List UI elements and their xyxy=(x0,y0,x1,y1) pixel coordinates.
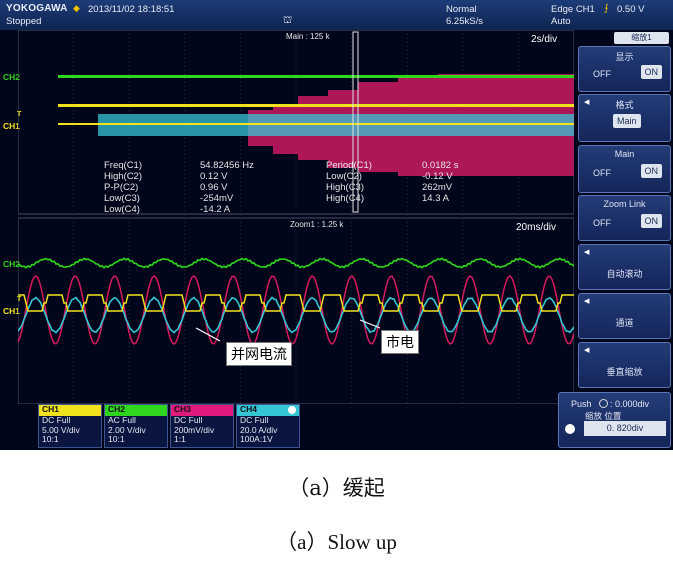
channel-softkey[interactable]: ◀ 通道 xyxy=(578,293,671,339)
main-on: ON xyxy=(640,164,662,178)
ch4-active-icon xyxy=(288,406,296,414)
softkey-panel: 缩放1 显示 OFF ON ◀ 格式 Main Main OFF ON Zoom… xyxy=(576,30,673,392)
trigger-mode: Normal xyxy=(446,4,477,15)
meas-value: 0.12 V xyxy=(200,171,228,182)
ch1-info[interactable]: CH1 DC Full 5.00 V/div 10:1 xyxy=(38,404,102,448)
format-softkey[interactable]: ◀ 格式 Main xyxy=(578,94,671,142)
meas-value: 54.82456 Hz xyxy=(200,160,254,171)
meas-name: Low(C4) xyxy=(104,204,140,215)
ch1-main-mid xyxy=(58,123,574,125)
main-off: OFF xyxy=(593,168,611,178)
meas-value: 0.0182 s xyxy=(422,160,459,171)
main-title: Main xyxy=(614,149,635,159)
knob-icon xyxy=(599,399,608,408)
pin-icon: ⛫ xyxy=(283,15,293,26)
brand-logo: YOKOGAWA xyxy=(6,3,68,14)
caption-english: （a）Slow up xyxy=(276,530,397,554)
zoom-position-value[interactable]: 0. 820div xyxy=(584,421,666,436)
meas-value: 14.3 A xyxy=(422,193,449,204)
left-arrow-icon: ◀ xyxy=(584,298,590,305)
display-title: 显示 xyxy=(615,52,634,62)
rising-edge-icon: ⨍ xyxy=(604,3,609,14)
push-label: Push xyxy=(571,399,592,409)
channel-title: 通道 xyxy=(615,318,634,328)
meas-value: -254mV xyxy=(200,193,234,204)
ch1-main-top xyxy=(58,104,574,107)
meas-name: Low(C3) xyxy=(104,193,140,204)
sample-rate: 6.25kS/s xyxy=(446,16,483,27)
status-header: YOKOGAWA ◆ 2013/11/02 18:18:51 Stopped ⛫… xyxy=(0,0,673,30)
meas-name: P-P(C2) xyxy=(104,182,139,193)
auto-scroll-softkey[interactable]: ◀ 自动滚动 xyxy=(578,244,671,290)
waveform-plot: Main : 125 k 2s/div Zoom1 : 1.25 k 20ms/… xyxy=(18,30,574,404)
display-off: OFF xyxy=(593,69,611,79)
zoom-timebase: 20ms/div xyxy=(516,222,557,233)
meas-value: 0.96 V xyxy=(200,182,228,193)
ch4-name-text: CH4 xyxy=(240,404,258,414)
meas-name: High(C2) xyxy=(104,171,143,182)
acquisition-mode: Auto xyxy=(551,16,571,27)
ch3-info[interactable]: CH3 DC Full 200mV/div 1:1 xyxy=(170,404,234,448)
ch4-name: CH4 xyxy=(237,404,299,416)
caption-chinese: （a）缓起 xyxy=(288,476,385,500)
meas-value: -14.2 A xyxy=(200,204,231,215)
auto-scroll-title: 自动滚动 xyxy=(606,269,643,279)
vertical-zoom-title: 垂直缩放 xyxy=(606,367,643,377)
left-arrow-icon: ◀ xyxy=(584,347,590,354)
ch2-main-line xyxy=(58,75,574,78)
push-value: : 0.000div xyxy=(610,399,650,409)
meas-value: -0.12 V xyxy=(422,171,453,182)
zoom-link-off: OFF xyxy=(593,218,611,228)
display-softkey[interactable]: 显示 OFF ON xyxy=(578,46,671,92)
meas-name: Low(C2) xyxy=(326,171,362,182)
ch2-info[interactable]: CH2 AC Full 2.00 V/div 10:1 xyxy=(104,404,168,448)
meas-value: 262mV xyxy=(422,182,453,193)
diamond-icon: ◆ xyxy=(73,3,80,13)
meas-name: High(C3) xyxy=(326,182,365,193)
panel-tab[interactable]: 缩放1 xyxy=(614,32,669,44)
main-softkey[interactable]: Main OFF ON xyxy=(578,145,671,193)
format-title: 格式 xyxy=(615,100,634,110)
vertical-zoom-softkey[interactable]: ◀ 垂直缩放 xyxy=(578,342,671,388)
oscilloscope-screen: YOKOGAWA ◆ 2013/11/02 18:18:51 Stopped ⛫… xyxy=(0,0,673,450)
mains-callout: 市电 xyxy=(381,330,419,354)
zoom-link-title: Zoom Link xyxy=(603,199,646,209)
main-window-label: Main : 125 k xyxy=(286,32,330,41)
zoom-window-label: Zoom1 : 1.25 k xyxy=(290,220,344,229)
trigger-level: 0.50 V xyxy=(617,4,645,15)
trigger-type: Edge CH1 xyxy=(551,4,595,15)
format-value: Main xyxy=(613,114,641,128)
channel-info-bar: CH1 DC Full 5.00 V/div 10:1 CH2 AC Full … xyxy=(38,404,568,450)
meas-name: Period(C1) xyxy=(326,160,372,171)
datetime: 2013/11/02 18:18:51 xyxy=(88,4,175,15)
mains-arrow xyxy=(359,319,381,329)
display-on: ON xyxy=(640,65,662,79)
meas-name: High(C4) xyxy=(326,193,365,204)
meas-name: Freq(C1) xyxy=(104,160,143,171)
left-arrow-icon: ◀ xyxy=(584,249,590,256)
zoom-position-box[interactable]: Push : 0.000div 缩放 位置 0. 820div xyxy=(558,392,671,448)
ch4-probe: 100A:1V xyxy=(240,434,273,444)
ch3-probe: 1:1 xyxy=(174,434,186,444)
grid-current-callout: 并网电流 xyxy=(226,342,292,366)
ch2-zoom-trace xyxy=(18,257,574,269)
zoom-link-on: ON xyxy=(640,214,662,228)
ch4-info[interactable]: CH4 DC Full 20.0 A/div 100A:1V xyxy=(236,404,300,448)
ch1-probe: 10:1 xyxy=(42,434,59,444)
main-timebase: 2s/div xyxy=(531,34,558,45)
ch2-probe: 10:1 xyxy=(108,434,125,444)
zoom-link-softkey[interactable]: Zoom Link OFF ON xyxy=(578,195,671,241)
waveform-canvas xyxy=(18,30,574,404)
run-state: Stopped xyxy=(6,16,42,27)
